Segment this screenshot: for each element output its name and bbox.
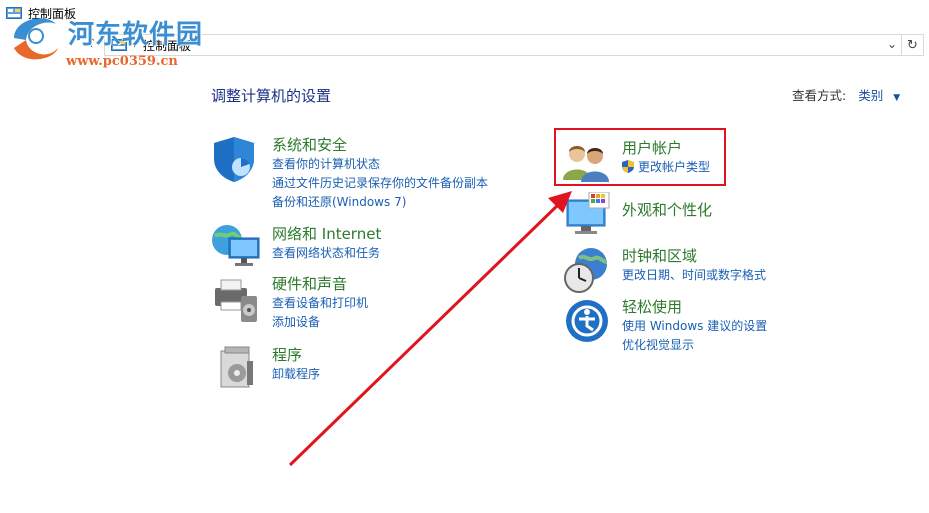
link-optimize-visual[interactable]: 优化视觉显示 bbox=[622, 336, 767, 355]
watermark-title: 河东软件园 bbox=[68, 20, 204, 50]
category-title-appearance[interactable]: 外观和个性化 bbox=[622, 200, 712, 220]
annotation-arrow bbox=[288, 191, 572, 467]
control-panel-window: 控制面板 ↑ › 控制面板 ⌄ ↻ 河东软件园 www.pc0359.cn 调整… bbox=[0, 0, 929, 513]
clock-globe-icon[interactable] bbox=[563, 246, 611, 294]
watermark: 河东软件园 www.pc0359.cn bbox=[4, 8, 214, 69]
page-title: 调整计算机的设置 bbox=[211, 87, 332, 105]
appearance-icon[interactable] bbox=[563, 192, 613, 238]
category-title-ease-of-access[interactable]: 轻松使用 bbox=[622, 297, 767, 317]
printer-icon[interactable] bbox=[211, 276, 261, 324]
view-by-dropdown[interactable]: 类别 bbox=[858, 88, 883, 103]
link-change-date-time[interactable]: 更改日期、时间或数字格式 bbox=[622, 266, 766, 285]
view-by: 查看方式: 类别 ▼ bbox=[792, 85, 900, 104]
address-bar[interactable]: › 控制面板 ⌄ bbox=[104, 34, 902, 56]
link-add-device[interactable]: 添加设备 bbox=[272, 313, 368, 332]
shield-icon[interactable] bbox=[211, 135, 257, 183]
link-devices-printers[interactable]: 查看设备和打印机 bbox=[272, 294, 368, 313]
link-uninstall-program[interactable]: 卸载程序 bbox=[272, 365, 320, 384]
link-recommended-settings[interactable]: 使用 Windows 建议的设置 bbox=[622, 317, 767, 336]
network-globe-icon[interactable] bbox=[211, 224, 261, 270]
category-title-hardware-sound[interactable]: 硬件和声音 bbox=[272, 274, 368, 294]
category-title-clock-region[interactable]: 时钟和区域 bbox=[622, 246, 766, 266]
watermark-logo-icon bbox=[14, 18, 58, 60]
link-view-network-status[interactable]: 查看网络状态和任务 bbox=[272, 244, 381, 263]
programs-icon[interactable] bbox=[217, 345, 257, 391]
refresh-button[interactable]: ↻ bbox=[902, 34, 924, 56]
watermark-url: www.pc0359.cn bbox=[66, 54, 178, 69]
category-title-system-security[interactable]: 系统和安全 bbox=[272, 135, 488, 155]
category-title-programs[interactable]: 程序 bbox=[272, 345, 320, 365]
dropdown-arrow-icon[interactable]: ▼ bbox=[893, 93, 900, 103]
accessibility-icon[interactable] bbox=[565, 299, 609, 343]
link-view-computer-status[interactable]: 查看你的计算机状态 bbox=[272, 155, 488, 174]
refresh-icon: ↻ bbox=[907, 37, 918, 53]
chevron-down-icon[interactable]: ⌄ bbox=[887, 37, 897, 51]
highlight-box bbox=[554, 128, 726, 186]
category-title-network-internet[interactable]: 网络和 Internet bbox=[272, 224, 381, 244]
link-file-history[interactable]: 通过文件历史记录保存你的文件备份副本 bbox=[272, 174, 488, 193]
view-by-label: 查看方式: bbox=[792, 88, 847, 103]
link-backup-restore[interactable]: 备份和还原(Windows 7) bbox=[272, 193, 488, 212]
